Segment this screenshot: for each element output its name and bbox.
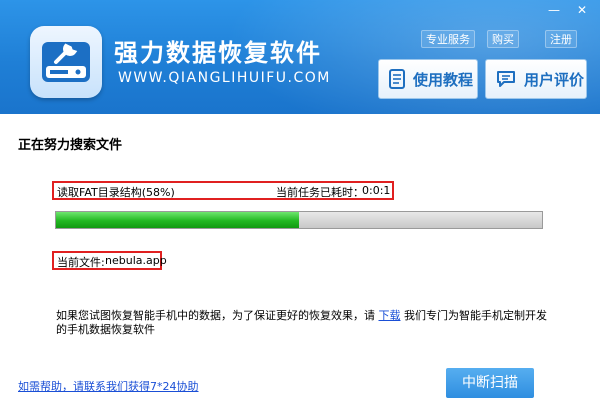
elapsed-time-value: 0:0:1 [362, 184, 391, 197]
help-contact-link[interactable]: 如需帮助，请联系我们获得7*24协助 [18, 378, 199, 394]
user-reviews-button-label: 用户评价 [524, 70, 585, 89]
current-file-box: 当前文件: nebula.app [52, 251, 167, 270]
tutorial-button[interactable]: 使用教程 [378, 59, 478, 99]
download-link[interactable]: 下载 [379, 309, 401, 322]
app-title: 强力数据恢复软件 [114, 39, 322, 67]
document-icon [389, 69, 405, 89]
scan-progress-bar [55, 211, 543, 229]
professional-service-link[interactable]: 专业服务 [421, 30, 475, 48]
scan-status-box: 读取FAT目录结构(58%) 当前任务已耗时： 0:0:1 [52, 181, 394, 200]
hard-drive-wrench-icon [42, 42, 90, 82]
chat-icon [496, 70, 516, 88]
scan-status-title: 正在努力搜索文件 [18, 138, 123, 153]
elapsed-time-label: 当前任务已耗时： [276, 186, 364, 199]
scan-phase-label: 读取FAT目录结构(58%) [57, 186, 175, 199]
current-file-label: 当前文件: [57, 256, 105, 269]
app-website: WWW.QIANGLIHUIFU.COM [118, 70, 331, 86]
purchase-link[interactable]: 购买 [487, 30, 519, 48]
app-logo [30, 26, 102, 98]
app-header: 强力数据恢复软件 WWW.QIANGLIHUIFU.COM — ✕ 专业服务 购… [0, 0, 600, 114]
minimize-button[interactable]: — [542, 2, 566, 18]
notice-text-before: 如果您试图恢复智能手机中的数据，为了保证更好的恢复效果，请 [56, 309, 375, 322]
tutorial-button-label: 使用教程 [413, 70, 474, 89]
user-reviews-button[interactable]: 用户评价 [485, 59, 587, 99]
stop-scan-button[interactable]: 中断扫描 [446, 368, 534, 398]
smartphone-notice: 如果您试图恢复智能手机中的数据，为了保证更好的恢复效果，请 下载 我们专门为智能… [56, 309, 556, 337]
close-button[interactable]: ✕ [570, 2, 594, 18]
scan-progress-fill [56, 212, 299, 228]
register-link[interactable]: 注册 [545, 30, 577, 48]
current-file-value: nebula.app [105, 254, 167, 267]
